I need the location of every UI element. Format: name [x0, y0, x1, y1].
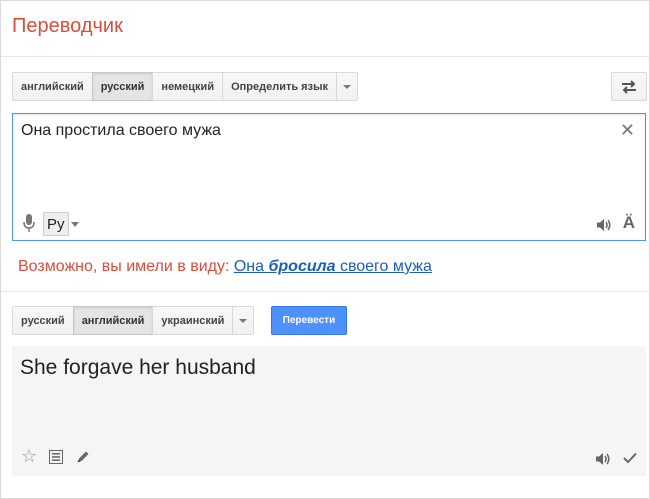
source-lang-english[interactable]: английский: [12, 72, 93, 101]
chevron-down-icon: [342, 84, 351, 89]
source-lang-german[interactable]: немецкий: [152, 72, 224, 101]
did-you-mean-link[interactable]: Она бросила своего мужа: [234, 258, 432, 275]
translate-button[interactable]: Перевести: [271, 306, 347, 335]
swap-languages-button[interactable]: [611, 72, 647, 101]
result-panel: She forgave her husband ☆: [12, 346, 646, 476]
did-you-mean-label: Возможно, вы имели в виду:: [18, 258, 230, 275]
microphone-icon[interactable]: [23, 214, 35, 232]
source-textarea[interactable]: Она простила своего мужа ✕ Ру Ä: [12, 113, 646, 241]
a-umlaut-icon[interactable]: Ä: [623, 213, 635, 233]
source-lang-group: английский русский немецкий Определить я…: [12, 72, 358, 101]
speaker-icon[interactable]: [595, 452, 611, 466]
did-you-mean: Возможно, вы имели в виду: Она бросила с…: [18, 258, 432, 276]
result-text[interactable]: She forgave her husband: [20, 356, 256, 380]
header-divider: [1, 56, 650, 57]
source-lang-detect[interactable]: Определить язык: [222, 72, 337, 101]
close-icon[interactable]: ✕: [620, 120, 635, 141]
app-title: Переводчик: [12, 15, 123, 37]
source-lang-russian[interactable]: русский: [91, 72, 154, 101]
check-icon[interactable]: [623, 452, 637, 464]
chevron-down-icon: [239, 318, 248, 323]
source-text[interactable]: Она простила своего мужа: [21, 122, 221, 140]
target-lang-russian[interactable]: русский: [12, 306, 74, 335]
target-lang-dropdown[interactable]: [232, 306, 255, 335]
target-lang-group: русский английский украинский: [12, 306, 255, 335]
translator-window: Переводчик английский русский немецкий О…: [0, 0, 650, 499]
star-icon[interactable]: ☆: [21, 446, 37, 467]
chevron-down-icon[interactable]: [71, 222, 79, 227]
list-icon[interactable]: [49, 450, 63, 464]
swap-arrows-icon: [622, 79, 636, 94]
target-lang-english[interactable]: английский: [72, 306, 154, 335]
section-divider: [1, 291, 650, 292]
speaker-icon[interactable]: [596, 218, 612, 232]
input-tools-button[interactable]: Ру: [43, 212, 69, 236]
pencil-icon[interactable]: [76, 450, 90, 464]
source-lang-dropdown[interactable]: [335, 72, 358, 101]
target-lang-ukrainian[interactable]: украинский: [152, 306, 234, 335]
